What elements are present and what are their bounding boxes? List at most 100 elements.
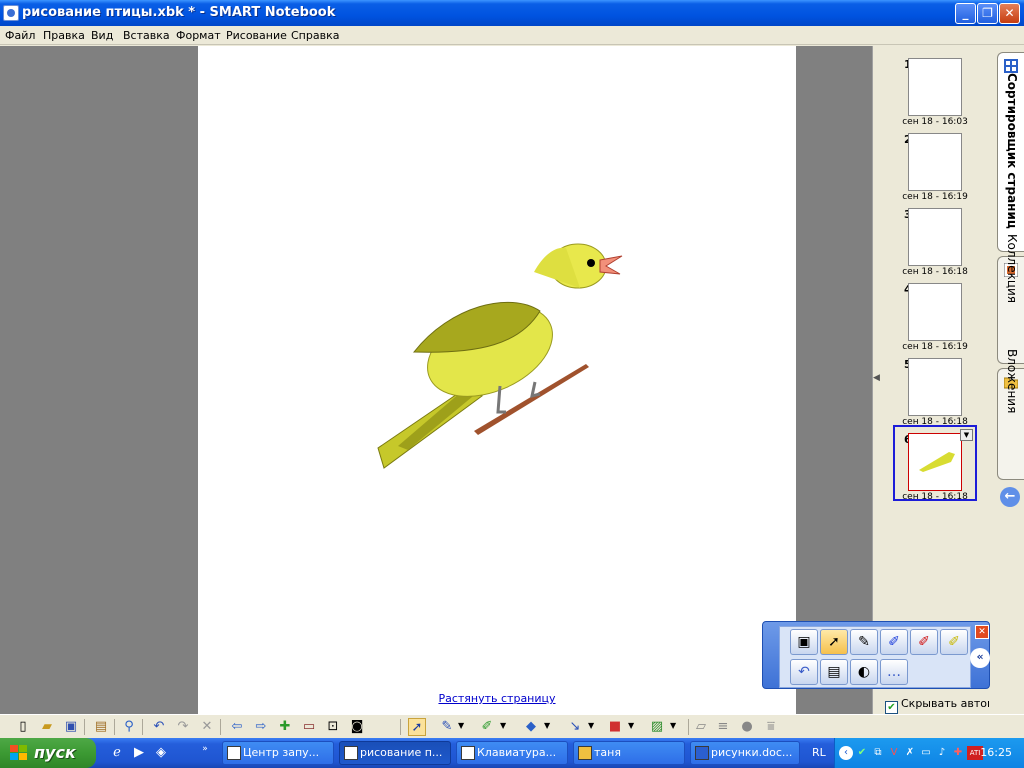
taskbar-item-notebook[interactable]: рисование п...: [339, 741, 451, 765]
floating-tools-close-icon[interactable]: ✕: [975, 625, 989, 639]
notebook-page[interactable]: Растянуть страницу: [198, 46, 796, 714]
menu-draw[interactable]: Рисование: [226, 29, 287, 42]
table-icon[interactable]: ●: [738, 718, 756, 736]
tray-speaker-icon[interactable]: ♪: [935, 746, 949, 760]
fill-icon[interactable]: ▨: [648, 718, 666, 736]
move-toolbar-icon[interactable]: ≡: [714, 718, 732, 736]
taskbar-item-folder[interactable]: таня: [573, 741, 685, 765]
language-indicator[interactable]: RL: [812, 746, 826, 759]
bird-drawing[interactable]: [370, 236, 630, 476]
taskbar-item-launch-center[interactable]: Центр запу...: [222, 741, 334, 765]
red-pen-icon[interactable]: ✐: [910, 629, 938, 655]
tray-expand-icon[interactable]: ‹: [839, 746, 853, 760]
pen-icon[interactable]: ✎: [438, 718, 456, 736]
thumbnail-timestamp: сен 18 - 16:03: [902, 117, 968, 127]
side-panel: ◀ 1 сен 18 - 16:03 2 сен 18 - 16:19 3 се…: [872, 46, 1024, 714]
pen-dropdown-icon[interactable]: ▼: [458, 721, 464, 730]
add-page-icon[interactable]: ✚: [276, 718, 294, 736]
menu-format[interactable]: Формат: [176, 29, 221, 42]
maximize-button[interactable]: ❐: [977, 3, 998, 24]
floating-tools-collapse-icon[interactable]: «: [970, 648, 990, 668]
redo-icon[interactable]: ↷: [174, 718, 192, 736]
menu-edit[interactable]: Правка: [43, 29, 85, 42]
select-icon[interactable]: ➚: [408, 718, 426, 736]
tab-gallery[interactable]: Коллекция: [997, 234, 1024, 364]
magic-pen-icon[interactable]: ✎: [850, 629, 878, 655]
tray-smart-icon[interactable]: ✚: [951, 746, 965, 760]
properties-icon[interactable]: ▱: [692, 718, 710, 736]
blue-pen-icon[interactable]: ✐: [880, 629, 908, 655]
internet-explorer-icon[interactable]: ℯ: [108, 744, 126, 762]
page-thumbnail-1[interactable]: 1 сен 18 - 16:03: [895, 52, 975, 127]
eraser-icon[interactable]: ▤: [820, 659, 848, 685]
highlighter-icon[interactable]: ✐: [940, 629, 968, 655]
undo-icon[interactable]: ↶: [790, 659, 818, 685]
minimize-button[interactable]: _: [955, 3, 976, 24]
tab-attachments[interactable]: Вложения: [997, 349, 1024, 480]
tray-display-icon[interactable]: ▭: [919, 746, 933, 760]
task-label: Клавиатура...: [477, 746, 557, 759]
menu-help[interactable]: Справка: [291, 29, 339, 42]
tray-check-icon[interactable]: ✔: [855, 746, 869, 760]
shapes-dropdown-icon[interactable]: ▼: [628, 721, 634, 730]
new-page-icon[interactable]: ▯: [14, 718, 32, 736]
page-thumbnail-6-selected[interactable]: 6 ▼ сен 18 - 16:18: [893, 425, 977, 502]
thumbnail-timestamp: сен 18 - 16:19: [902, 192, 968, 202]
task-label: Центр запу...: [243, 746, 320, 759]
menu-file[interactable]: Файл: [5, 29, 35, 42]
tray-security-icon[interactable]: ✗: [903, 746, 917, 760]
previous-page-icon[interactable]: ⇦: [228, 718, 246, 736]
line-icon[interactable]: ↘: [566, 718, 584, 736]
next-page-icon[interactable]: ⇨: [252, 718, 270, 736]
save-icon[interactable]: ▣: [62, 718, 80, 736]
tab-page-sorter[interactable]: Сортировщик страниц: [997, 52, 1024, 252]
floating-tools-palette[interactable]: ▣ ➚ ✎ ✐ ✐ ✐ ↶ ▤ ◐ … ✕ «: [762, 621, 990, 689]
page-thumbnail-2[interactable]: 2 сен 18 - 16:19: [895, 127, 975, 202]
mouse-icon[interactable]: ◐: [850, 659, 878, 685]
delete-icon[interactable]: ✕: [198, 718, 216, 736]
page-thumbnail-4[interactable]: 4 сен 18 - 16:19: [895, 277, 975, 352]
shapes-icon[interactable]: ■: [606, 718, 624, 736]
main-toolbar: ▯ ▰ ▣ ▤ ⚲ ↶ ↷ ✕ ⇦ ⇨ ✚ ▭ ⊡ ◙ ➚ ✎ ▼ ✐ ▼ ◆ ▼ ↘…: [0, 714, 1024, 738]
menu-insert[interactable]: Вставка: [123, 29, 170, 42]
taskbar-item-keyboard[interactable]: Клавиатура...: [456, 741, 568, 765]
menu-view[interactable]: Вид: [91, 29, 113, 42]
close-button[interactable]: ✕: [999, 3, 1020, 24]
full-screen-icon[interactable]: ⊡: [324, 718, 342, 736]
tray-network-icon[interactable]: ⧉: [871, 746, 885, 760]
screen-shade-icon[interactable]: ▭: [300, 718, 318, 736]
eraser-dropdown-icon[interactable]: ▼: [544, 721, 550, 730]
zoom-icon[interactable]: ⚲: [120, 718, 138, 736]
more-tools-icon[interactable]: …: [880, 659, 908, 685]
fill-dropdown-icon[interactable]: ▼: [670, 721, 676, 730]
tray-antivirus-icon[interactable]: V: [887, 746, 901, 760]
screen-capture-icon[interactable]: ▣: [790, 629, 818, 655]
undo-icon[interactable]: ↶: [150, 718, 168, 736]
stretch-page-link[interactable]: Растянуть страницу: [198, 692, 796, 705]
autohide-checkbox[interactable]: ✔Скрывать автома: [885, 697, 989, 714]
taskbar: пуск ℯ ▶ ◈ » Центр запу... рисование п..…: [0, 738, 1024, 768]
thumbnail-menu-dropdown[interactable]: ▼: [960, 429, 973, 441]
smart-notebook-app-icon[interactable]: [3, 5, 19, 21]
open-file-icon[interactable]: ▰: [38, 718, 56, 736]
page-thumbnail-3[interactable]: 3 сен 18 - 16:18: [895, 202, 975, 277]
paste-icon[interactable]: ▤: [92, 718, 110, 736]
smart-app-icon[interactable]: ◈: [152, 744, 170, 762]
toolbar-separator: [142, 719, 143, 735]
menu-bar: Файл Правка Вид Вставка Формат Рисование…: [0, 26, 1024, 45]
taskbar-item-word-doc[interactable]: рисунки.doc...: [690, 741, 800, 765]
page-thumbnail-5[interactable]: 5 сен 18 - 16:18: [895, 352, 975, 427]
select-icon[interactable]: ➚: [820, 629, 848, 655]
start-button[interactable]: пуск: [0, 738, 96, 768]
line-dropdown-icon[interactable]: ▼: [588, 721, 594, 730]
quick-launch-expand-icon[interactable]: »: [196, 740, 214, 758]
customize-toolbar-icon[interactable]: ⩸: [762, 718, 780, 736]
media-player-icon[interactable]: ▶: [130, 744, 148, 762]
checkbox-checked-icon[interactable]: ✔: [885, 701, 898, 714]
eraser-icon[interactable]: ◆: [522, 718, 540, 736]
creative-pen-icon[interactable]: ✐: [478, 718, 496, 736]
panel-collapse-arrow-icon[interactable]: ◀: [873, 373, 880, 383]
camera-icon[interactable]: ◙: [348, 718, 366, 736]
creative-pen-dropdown-icon[interactable]: ▼: [500, 721, 506, 730]
back-arrow-icon[interactable]: ←: [1000, 487, 1020, 507]
